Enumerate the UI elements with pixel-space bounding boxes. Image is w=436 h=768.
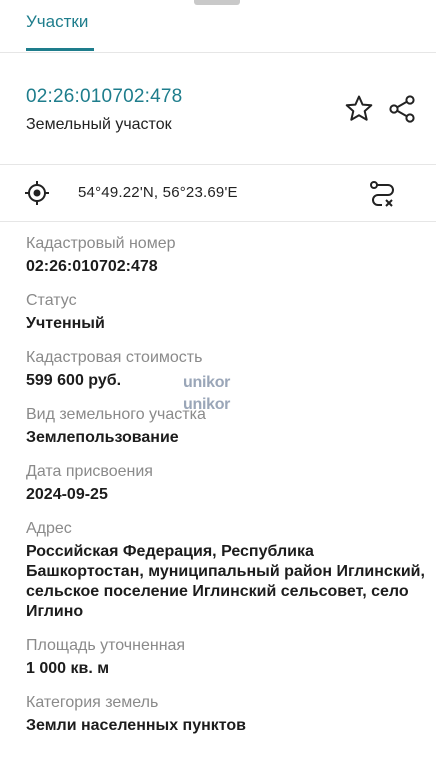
field-label: Адрес	[26, 520, 72, 537]
watermark-text: unikor	[183, 374, 231, 391]
field-value[interactable]: Российская Федерация, Республика Башкорт…	[26, 542, 426, 622]
field-label: Статус	[26, 292, 77, 309]
field-value: Земли населенных пунктов	[26, 717, 247, 734]
field-assignment-date: Дата присвоения 2024-09-25	[26, 462, 426, 505]
watermark-logo: unikor	[183, 396, 230, 414]
property-fields: Кадастровый номер 02:26:010702:478 Стату…	[26, 234, 426, 750]
tab-bar: Участки	[0, 0, 436, 52]
field-value: Учтенный	[26, 315, 105, 332]
field-label: Категория земель	[26, 694, 159, 711]
field-label: Кадастровый номер	[26, 235, 176, 252]
field-address: Адрес Российская Федерация, Республика Б…	[26, 519, 426, 622]
object-cadastral-id[interactable]: 02:26:010702:478	[26, 86, 182, 108]
route-icon[interactable]	[368, 179, 398, 209]
field-value: Землепользование	[26, 429, 179, 446]
field-label: Дата присвоения	[26, 463, 153, 480]
field-label: Площадь уточненная	[26, 637, 186, 654]
object-type: Земельный участок	[26, 116, 172, 133]
field-label: Кадастровая стоимость	[26, 349, 203, 366]
field-value: 1 000 кв. м	[26, 660, 110, 677]
field-cadastral-number: Кадастровый номер 02:26:010702:478	[26, 234, 426, 277]
watermark-text: unikor	[183, 396, 231, 413]
field-status: Статус Учтенный	[26, 291, 426, 334]
tab-active-indicator	[26, 48, 94, 51]
field-value[interactable]: 02:26:010702:478	[26, 257, 426, 277]
watermark-logo: unikor	[183, 374, 230, 392]
star-icon[interactable]	[344, 94, 374, 124]
location-target-icon[interactable]	[24, 180, 50, 206]
object-header: 02:26:010702:478 Земельный участок	[0, 52, 436, 164]
tab-uchastki[interactable]: Участки	[26, 12, 88, 32]
share-icon[interactable]	[388, 94, 418, 124]
field-value: 2024-09-25	[26, 486, 108, 503]
field-land-category: Категория земель Земли населенных пункто…	[26, 693, 426, 736]
coordinates-text[interactable]: 54°49.22'N, 56°23.69'E	[78, 184, 238, 201]
coordinates-divider	[0, 221, 436, 222]
coordinates-bar: 54°49.22'N, 56°23.69'E	[0, 165, 436, 221]
field-area: Площадь уточненная 1 000 кв. м	[26, 636, 426, 679]
